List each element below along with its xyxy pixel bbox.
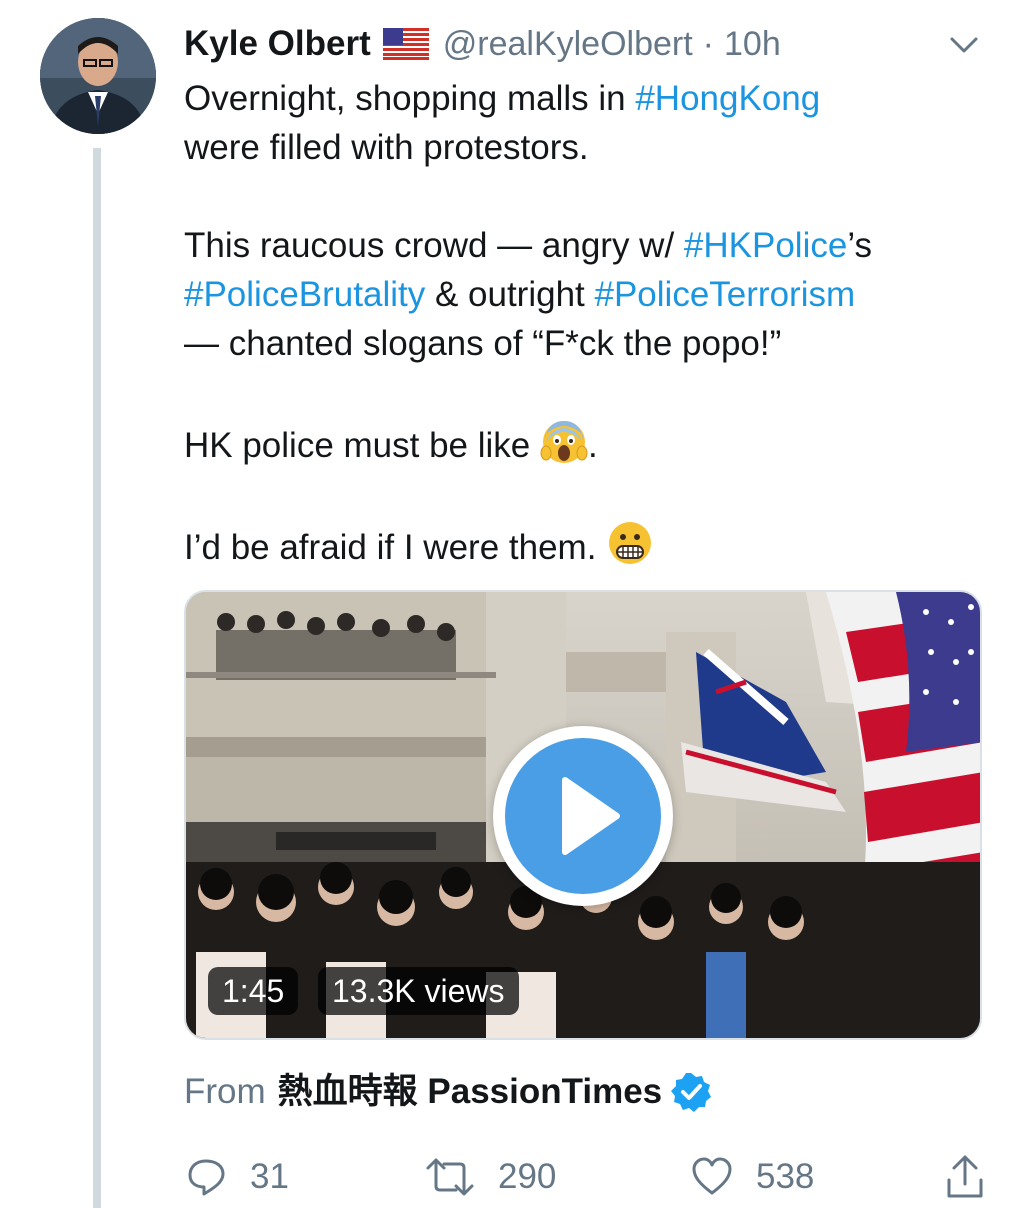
hashtag-hkpolice[interactable]: #HKPolice (684, 226, 847, 265)
heart-icon (692, 1157, 732, 1195)
play-icon (562, 777, 620, 855)
thread-line (93, 148, 101, 1208)
video-source: From 熱血時報 PassionTimes (184, 1068, 712, 1116)
video-duration-badge: 1:45 (208, 967, 299, 1015)
avatar[interactable] (40, 18, 156, 134)
source-name[interactable]: 熱血時報 PassionTimes (278, 1068, 662, 1116)
tweet-text-segment: . (587, 426, 598, 465)
separator-dot: · (702, 24, 714, 63)
tweet-text-segment: HK police must be like (184, 426, 540, 465)
tweet-text-segment: were filled with protestors. (184, 128, 589, 167)
retweet-icon (426, 1158, 474, 1196)
tweet-header: Kyle Olbert @realKyleOlbert · 10h (184, 22, 781, 66)
tweet-actions: 31 290 538 (0, 1152, 1020, 1202)
reply-icon (188, 1159, 225, 1196)
hashtag-policeterrorism[interactable]: #PoliceTerrorism (595, 275, 856, 314)
flag-us-icon (382, 28, 429, 60)
video-views-badge: 13.3K views (318, 967, 519, 1015)
tweet-paragraph-1: Overnight, shopping malls in #HongKong w… (184, 74, 984, 172)
tweet-text-segment: I’d be afraid if I were them. (184, 528, 607, 567)
face-screaming-in-fear-icon (540, 421, 588, 463)
hashtag-hongkong[interactable]: #HongKong (635, 79, 820, 118)
verified-badge-icon (671, 1073, 712, 1112)
retweet-button[interactable]: 290 (424, 1152, 556, 1202)
tweet-text: Overnight, shopping malls in #HongKong w… (184, 74, 984, 572)
tweet-timestamp[interactable]: 10h (724, 25, 781, 64)
tweet-text-segment: This raucous crowd — angry w/ (184, 226, 684, 265)
play-button[interactable] (493, 726, 673, 906)
tweet-text-segment: — chanted slogans of “F*ck the popo!” (184, 324, 782, 363)
reply-button[interactable]: 31 (186, 1152, 289, 1202)
tweet-paragraph-3: HK police must be like . (184, 417, 984, 470)
hashtag-policebrutality[interactable]: #PoliceBrutality (184, 275, 425, 314)
like-button[interactable]: 538 (690, 1152, 814, 1202)
reply-count: 31 (250, 1157, 289, 1196)
share-icon (947, 1155, 983, 1198)
tweet-text-segment: & outright (425, 275, 595, 314)
tweet-paragraph-4: I’d be afraid if I were them. (184, 519, 984, 572)
author-handle[interactable]: @realKyleOlbert (443, 25, 693, 64)
grimacing-face-icon (609, 522, 652, 564)
like-count: 538 (756, 1157, 815, 1196)
share-button[interactable] (944, 1152, 986, 1202)
avatar-photo (40, 18, 156, 134)
chevron-down-icon[interactable] (945, 30, 983, 60)
play-button-fill (505, 738, 661, 894)
author-name[interactable]: Kyle Olbert (184, 24, 371, 64)
tweet-text-segment: ’s (847, 226, 872, 265)
retweet-count: 290 (498, 1157, 557, 1196)
tweet-text-segment: Overnight, shopping malls in (184, 79, 636, 118)
tweet-paragraph-2: This raucous crowd — angry w/ #HKPolice’… (184, 221, 984, 368)
source-label: From (184, 1072, 266, 1111)
